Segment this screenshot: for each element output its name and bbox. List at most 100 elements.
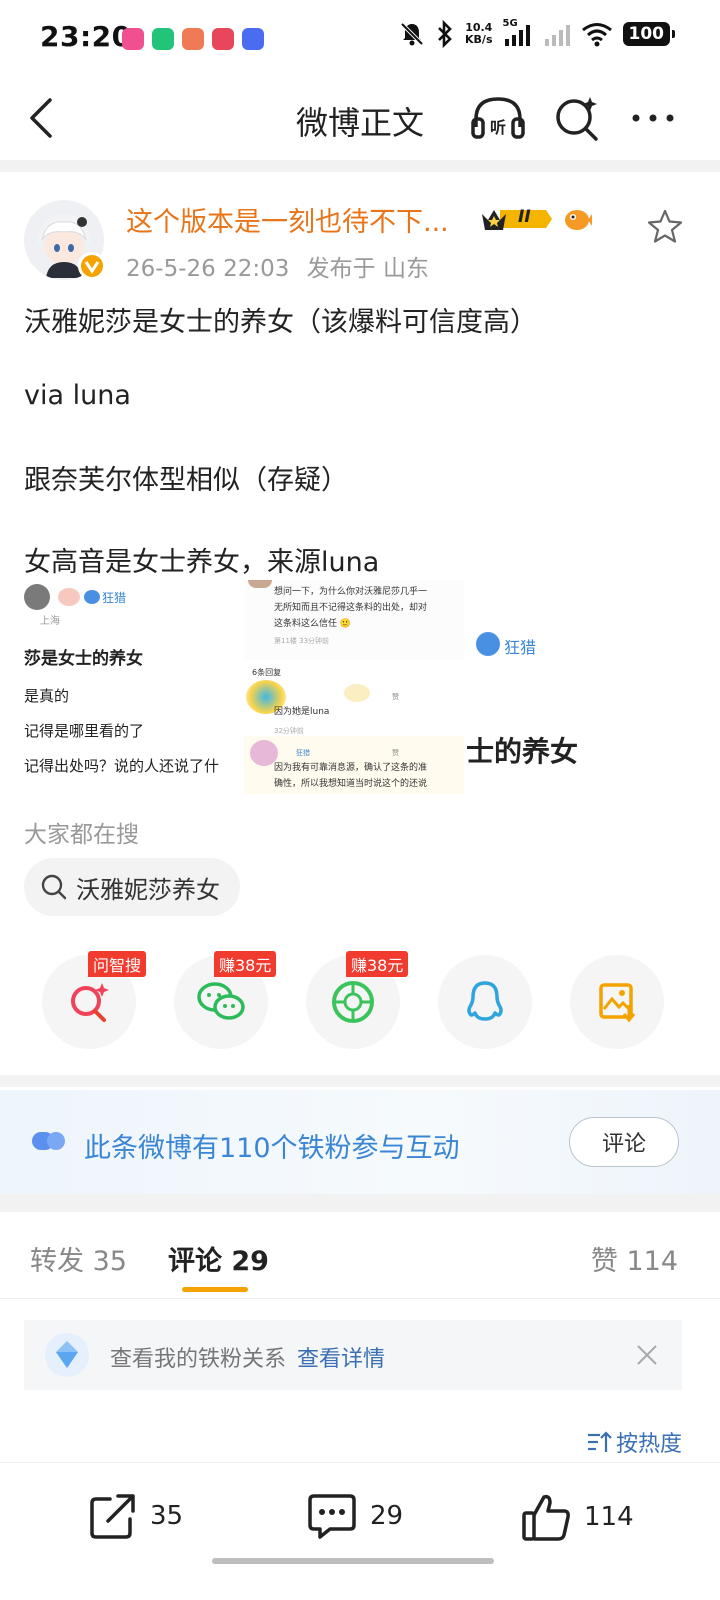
image-line: 记得是哪里看的了: [24, 722, 145, 740]
tab-active-underline: [182, 1287, 248, 1292]
crown-icon: [482, 210, 552, 230]
trending-search-chip[interactable]: 沃雅妮莎养女: [24, 858, 240, 916]
fans-relation-label: 查看我的铁粉关系: [110, 1347, 287, 1372]
post-location: 发布于 山东: [306, 256, 429, 282]
reply-meta: 32分钟前: [274, 727, 304, 735]
page-title: 微博正文: [295, 104, 424, 142]
status-app-icons: [122, 28, 264, 50]
repost-button[interactable]: 35: [88, 1491, 183, 1541]
net-speed-unit: KB/s: [465, 33, 493, 46]
comment-icon: [308, 1494, 356, 1539]
post-meta: 26-5-26 22:03 发布于 山东: [126, 249, 429, 283]
signal-icon: 5G: [503, 18, 533, 47]
fish-badge-icon[interactable]: [562, 204, 592, 234]
post-text-line: via luna: [24, 380, 131, 411]
svg-text:听: 听: [490, 118, 506, 137]
reply-like: 赞: [392, 693, 399, 701]
feedback-tabs: 转发 35 评论 29 赞 114: [0, 1215, 720, 1299]
view-details-link[interactable]: 查看详情: [297, 1347, 385, 1372]
share-qq-button[interactable]: [438, 955, 532, 1049]
star-icon[interactable]: [646, 208, 684, 246]
image-tag: 狂猎: [504, 638, 537, 657]
image-avatar-blur: [58, 588, 80, 606]
status-time: 23:20: [40, 20, 132, 53]
image-blur: [344, 684, 370, 702]
sort-icon: [587, 1431, 612, 1452]
reply-text: 确性，所以我想知道当时说这个的还说: [274, 779, 428, 789]
tab-comments[interactable]: 评论 29: [168, 1239, 269, 1278]
member-level: II: [518, 207, 531, 227]
wechat-icon: [197, 982, 245, 1020]
ai-search-icon[interactable]: [552, 93, 602, 143]
battery-indicator: 100: [622, 22, 675, 46]
signal-secondary-icon: [544, 25, 570, 46]
share-save-image-button[interactable]: [570, 955, 664, 1049]
save-image-icon: [599, 983, 636, 1023]
repost-icon: [90, 1494, 135, 1539]
qq-icon: [467, 981, 503, 1021]
replies-count: 6条回复: [252, 668, 282, 677]
verified-badge-icon: [78, 252, 106, 280]
section-divider: [0, 160, 720, 172]
image-avatar: [24, 584, 50, 610]
share-ai-search-button[interactable]: 问智搜: [42, 951, 147, 1049]
post-image-3[interactable]: 狂猎 士的养女: [466, 580, 600, 794]
member-level-badge[interactable]: II: [480, 204, 554, 234]
more-icon[interactable]: [628, 98, 678, 138]
signal-bars-icon: [504, 25, 530, 46]
tab-likes[interactable]: 赞 114: [591, 1239, 678, 1278]
verified-v-icon: [84, 261, 100, 274]
reply-like: 赞: [392, 749, 399, 757]
fans-interaction-banner: 此条微博有110个铁粉参与互动 评论: [0, 1090, 720, 1194]
bluetooth-icon: [438, 20, 452, 48]
sort-by-hot-button[interactable]: 按热度: [586, 1426, 682, 1458]
image-title: 莎是女士的养女: [24, 649, 143, 669]
sort-label: 按热度: [615, 1432, 682, 1457]
post-image-2[interactable]: 想问一下，为什么你对沃雅尼莎几乎一 无所知而且不记得这条料的出处，却对 这条料这…: [244, 580, 464, 794]
like-button[interactable]: 114: [520, 1491, 634, 1543]
net-speed: 10.4 KB/s: [465, 22, 492, 46]
post-text-line: 女高音是女士养女，来源luna: [24, 547, 380, 578]
share-row: 问智搜 赚38元 赚38元: [0, 951, 720, 1049]
status-indicators: 10.4 KB/s 5G 100: [399, 18, 675, 48]
search-icon: [41, 874, 67, 900]
post-text-line: 沃雅妮莎是女士的养女（该爆料可信度高）: [24, 307, 537, 338]
question-meta: 第11楼 33分钟前: [274, 637, 330, 645]
status-bar: 23:20 10.4 KB/s 5G 100: [0, 0, 720, 78]
image-line: 记得出处吗？说的人还说了什: [24, 757, 220, 775]
fans-comment-button[interactable]: 评论: [569, 1117, 679, 1167]
app-notification-icon: [152, 28, 174, 50]
like-count: 114: [584, 1502, 634, 1532]
username[interactable]: 这个版本是一刻也待不下...: [126, 200, 449, 239]
listen-headphones-icon[interactable]: 听: [470, 93, 526, 143]
close-icon[interactable]: [636, 1344, 658, 1366]
fans-relation-bar[interactable]: 查看我的铁粉关系 查看详情: [24, 1320, 682, 1390]
share-tag: 赚38元: [346, 951, 409, 977]
search-chip-text: 沃雅妮莎养女: [76, 875, 220, 904]
share-moments-button[interactable]: 赚38元: [306, 951, 409, 1049]
reply-text: 因为她是luna: [274, 707, 330, 717]
app-notification-icon: [122, 28, 144, 50]
share-wechat-button[interactable]: 赚38元: [174, 951, 277, 1049]
share-tag: 问智搜: [88, 951, 147, 977]
post-date: 26-5-26 22:03: [126, 256, 290, 282]
share-tag: 赚38元: [214, 951, 277, 977]
image-location: 上海: [40, 616, 60, 627]
reply-text: 因为我有可靠消息源，确认了这条的准: [274, 763, 428, 773]
diamond-tag-icon: [84, 590, 100, 604]
post-image-1[interactable]: 狂猎 上海 莎是女士的养女 是真的 记得是哪里看的了 记得出处吗？说的人还说了什: [24, 580, 242, 794]
tab-repost[interactable]: 转发 35: [30, 1239, 127, 1278]
section-divider: [0, 1194, 720, 1212]
wifi-icon: [581, 23, 612, 47]
home-indicator[interactable]: [212, 1558, 494, 1564]
section-divider: [0, 1075, 720, 1087]
image-tag: 狂猎: [102, 591, 127, 605]
bottom-action-bar: 35 29 114: [0, 1462, 720, 1572]
comment-button[interactable]: 29: [306, 1491, 403, 1541]
comment-count: 29: [370, 1501, 404, 1531]
post-text-line: 跟奈芙尔体型相似（存疑）: [24, 465, 348, 496]
nav-header: 微博正文 听: [0, 78, 720, 160]
question-line: 无所知而且不记得这条料的出处，却对: [274, 603, 428, 613]
fans-icon: [32, 1132, 65, 1150]
ai-search-icon: [71, 983, 109, 1022]
